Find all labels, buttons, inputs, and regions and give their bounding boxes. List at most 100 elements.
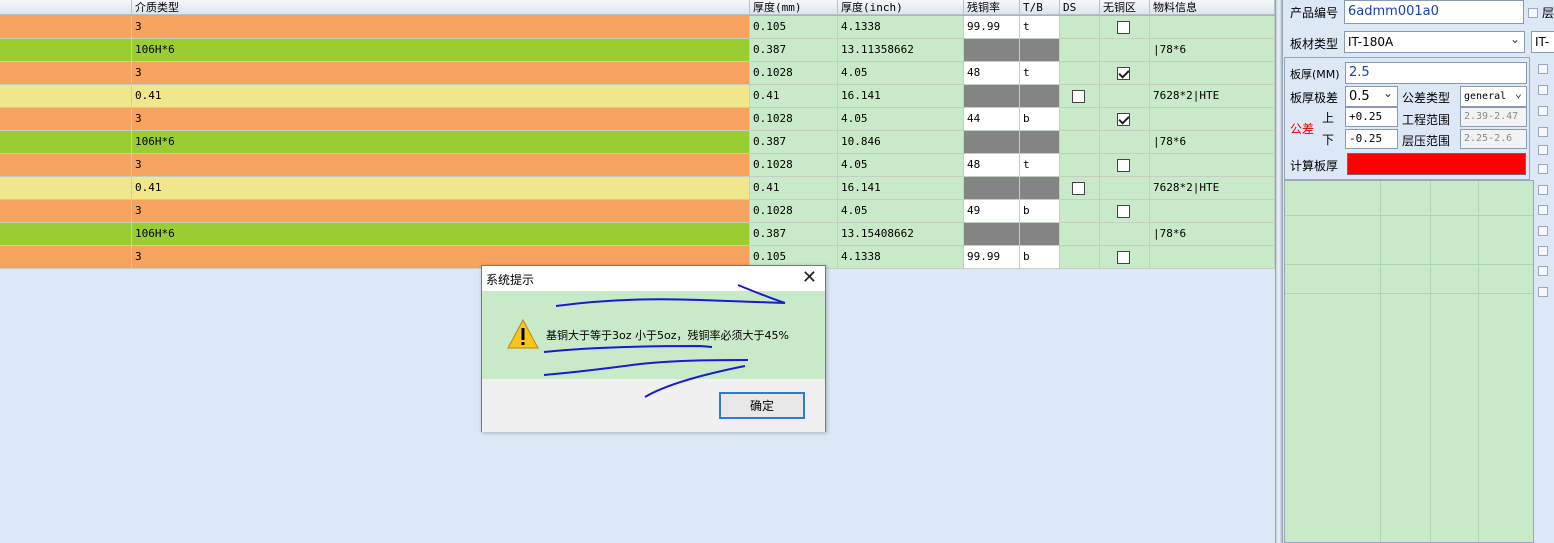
thickness-mm-cell[interactable]: 0.387 bbox=[750, 131, 838, 154]
header-col-tb[interactable]: T/B bbox=[1020, 0, 1060, 15]
type-cell[interactable]: 106H*6 bbox=[132, 223, 750, 246]
table-row[interactable]: 3 0.105 4.1338 99.99 t bbox=[0, 16, 1275, 39]
ds-checkbox[interactable] bbox=[1072, 182, 1085, 195]
side-checkbox[interactable] bbox=[1538, 287, 1548, 297]
header-col-mat[interactable]: 物料信息 bbox=[1150, 0, 1275, 15]
copper-rate-cell[interactable]: 48 bbox=[964, 154, 1020, 177]
no-copper-checkbox[interactable] bbox=[1117, 251, 1130, 264]
thickness-mm-cell[interactable]: 0.105 bbox=[750, 16, 838, 39]
no-copper-checkbox[interactable] bbox=[1117, 159, 1130, 172]
thickness-mm-cell[interactable]: 0.41 bbox=[750, 85, 838, 108]
thickness-inch-cell[interactable]: 10.846 bbox=[838, 131, 964, 154]
close-icon[interactable]: ✕ bbox=[802, 268, 817, 288]
tolerance-type-select[interactable]: general bbox=[1460, 86, 1527, 107]
material-cell[interactable] bbox=[1150, 200, 1275, 223]
board-type-select[interactable]: IT-180A bbox=[1344, 31, 1525, 53]
type-cell[interactable]: 3 bbox=[132, 154, 750, 177]
type-cell[interactable]: 106H*6 bbox=[132, 131, 750, 154]
no-copper-checkbox[interactable] bbox=[1117, 67, 1130, 80]
board-type-select-2[interactable]: IT- bbox=[1531, 31, 1554, 53]
type-cell[interactable]: 3 bbox=[132, 108, 750, 131]
thickness-mm-cell[interactable]: 0.387 bbox=[750, 223, 838, 246]
thickness-inch-cell[interactable]: 13.15408662 bbox=[838, 223, 964, 246]
tb-cell[interactable]: b bbox=[1020, 108, 1060, 131]
side-checkbox[interactable] bbox=[1538, 127, 1548, 137]
header-col-ds[interactable]: DS bbox=[1060, 0, 1100, 15]
thickness-mm-cell[interactable]: 0.387 bbox=[750, 39, 838, 62]
lower-tolerance-field[interactable]: -0.25 bbox=[1345, 129, 1398, 149]
material-cell[interactable] bbox=[1150, 154, 1275, 177]
type-cell[interactable]: 0.41 bbox=[132, 85, 750, 108]
no-copper-checkbox[interactable] bbox=[1117, 205, 1130, 218]
header-col-inch[interactable]: 厚度(inch) bbox=[838, 0, 964, 15]
copper-rate-cell[interactable]: 48 bbox=[964, 62, 1020, 85]
side-checkbox[interactable] bbox=[1538, 164, 1548, 174]
thickness-mm-cell[interactable]: 0.1028 bbox=[750, 200, 838, 223]
thickness-inch-cell[interactable]: 4.05 bbox=[838, 154, 964, 177]
side-checkbox[interactable] bbox=[1538, 226, 1548, 236]
thickness-inch-cell[interactable]: 16.141 bbox=[838, 177, 964, 200]
copper-rate-cell[interactable]: 44 bbox=[964, 108, 1020, 131]
table-row[interactable]: 0.41 0.41 16.141 7628*2|HTE bbox=[0, 177, 1275, 200]
tolerance-select[interactable]: 0.5 bbox=[1345, 86, 1398, 107]
material-cell[interactable]: |78*6 bbox=[1150, 39, 1275, 62]
table-row[interactable]: 3 0.1028 4.05 44 b bbox=[0, 108, 1275, 131]
table-row[interactable]: 3 0.1028 4.05 48 t bbox=[0, 154, 1275, 177]
thickness-mm-cell[interactable]: 0.1028 bbox=[750, 154, 838, 177]
no-copper-checkbox[interactable] bbox=[1117, 113, 1130, 126]
copper-rate-cell[interactable]: 49 bbox=[964, 200, 1020, 223]
table-row[interactable]: 106H*6 0.387 13.11358662 |78*6 bbox=[0, 39, 1275, 62]
upper-tolerance-field[interactable]: +0.25 bbox=[1345, 107, 1398, 127]
copper-rate-cell[interactable]: 99.99 bbox=[964, 16, 1020, 39]
thickness-inch-cell[interactable]: 4.05 bbox=[838, 62, 964, 85]
side-checkbox[interactable] bbox=[1538, 185, 1548, 195]
thickness-inch-cell[interactable]: 4.05 bbox=[838, 200, 964, 223]
material-cell[interactable]: 7628*2|HTE bbox=[1150, 85, 1275, 108]
ds-checkbox[interactable] bbox=[1072, 90, 1085, 103]
side-checkbox[interactable] bbox=[1538, 205, 1548, 215]
thickness-inch-cell[interactable]: 13.11358662 bbox=[838, 39, 964, 62]
header-col-type[interactable]: 介质类型 bbox=[132, 0, 750, 15]
copper-rate-cell[interactable]: 99.99 bbox=[964, 246, 1020, 269]
material-cell[interactable]: |78*6 bbox=[1150, 131, 1275, 154]
thickness-field[interactable]: 2.5 bbox=[1345, 62, 1527, 84]
thickness-mm-cell[interactable]: 0.1028 bbox=[750, 62, 838, 85]
thickness-inch-cell[interactable]: 16.141 bbox=[838, 85, 964, 108]
side-checkbox[interactable] bbox=[1538, 64, 1548, 74]
table-row[interactable]: 0.41 0.41 16.141 7628*2|HTE bbox=[0, 85, 1275, 108]
table-row[interactable]: 106H*6 0.387 13.15408662 |78*6 bbox=[0, 223, 1275, 246]
panel-splitter[interactable] bbox=[1275, 0, 1283, 543]
ok-button[interactable]: 确定 bbox=[719, 392, 805, 419]
side-checkbox[interactable] bbox=[1538, 246, 1548, 256]
type-cell[interactable]: 3 bbox=[132, 62, 750, 85]
side-checkbox[interactable] bbox=[1538, 85, 1548, 95]
dialog-titlebar[interactable]: 系统提示 ✕ bbox=[482, 266, 825, 291]
header-col-cu[interactable]: 残铜率 bbox=[964, 0, 1020, 15]
material-cell[interactable] bbox=[1150, 62, 1275, 85]
type-cell[interactable]: 0.41 bbox=[132, 177, 750, 200]
material-cell[interactable] bbox=[1150, 16, 1275, 39]
material-cell[interactable] bbox=[1150, 246, 1275, 269]
table-row[interactable]: 106H*6 0.387 10.846 |78*6 bbox=[0, 131, 1275, 154]
tb-cell[interactable]: t bbox=[1020, 154, 1060, 177]
side-checkbox[interactable] bbox=[1538, 145, 1548, 155]
tb-cell[interactable]: t bbox=[1020, 16, 1060, 39]
type-cell[interactable]: 106H*6 bbox=[132, 39, 750, 62]
thickness-inch-cell[interactable]: 4.05 bbox=[838, 108, 964, 131]
material-cell[interactable]: 7628*2|HTE bbox=[1150, 177, 1275, 200]
product-no-field[interactable]: 6admm001a0 bbox=[1344, 0, 1524, 24]
header-col-mm[interactable]: 厚度(mm) bbox=[750, 0, 838, 15]
table-row[interactable]: 3 0.1028 4.05 49 b bbox=[0, 200, 1275, 223]
side-checkbox[interactable] bbox=[1538, 266, 1548, 276]
tb-cell[interactable]: b bbox=[1020, 200, 1060, 223]
material-cell[interactable] bbox=[1150, 108, 1275, 131]
thickness-mm-cell[interactable]: 0.41 bbox=[750, 177, 838, 200]
tb-cell[interactable]: t bbox=[1020, 62, 1060, 85]
thickness-mm-cell[interactable]: 0.1028 bbox=[750, 108, 838, 131]
thickness-inch-cell[interactable]: 4.1338 bbox=[838, 16, 964, 39]
no-copper-checkbox[interactable] bbox=[1117, 21, 1130, 34]
side-checkbox[interactable] bbox=[1538, 106, 1548, 116]
header-col-nocu[interactable]: 无铜区 bbox=[1100, 0, 1150, 15]
type-cell[interactable]: 3 bbox=[132, 200, 750, 223]
type-cell[interactable]: 3 bbox=[132, 16, 750, 39]
